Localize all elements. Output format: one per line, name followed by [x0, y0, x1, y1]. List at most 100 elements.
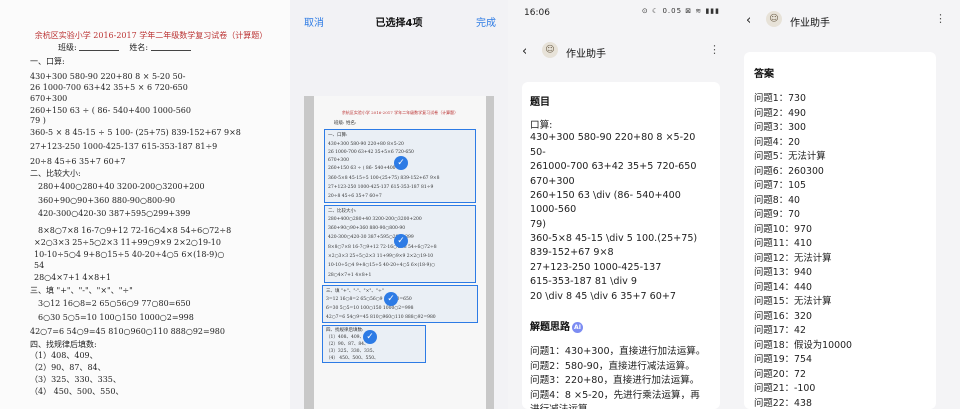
- question-line: 360-5×8 45-15 \div 5 100.(25+75): [530, 233, 698, 244]
- box-line: 360+90○90+360 880-90○800-90: [328, 226, 406, 231]
- step-line: 问题4：8 ×5-20，先进行乘法运算，再: [530, 390, 700, 401]
- app-title: 作业助手: [790, 18, 830, 29]
- box-line: （1）408、409、: [326, 335, 365, 340]
- question-line: 615-353-187 81 \div 9: [530, 276, 637, 287]
- answer-item: 问题13：940: [754, 267, 812, 278]
- worksheet-line: 6○30 5○5=10 100○150 1000○2=998: [38, 313, 194, 322]
- question-line: 79): [530, 219, 546, 230]
- worksheet-line: 79 ): [30, 116, 46, 125]
- box-line: ×2○3×3 25÷5○2×3 11+99○9×9 2×2○19-10: [328, 254, 434, 259]
- answer-card: 答案 问题1：730 问题2：490 问题3：300 问题4：20 问题5：无法…: [744, 52, 936, 409]
- answer-item: 问题3：300: [754, 122, 806, 133]
- box-line: 三、填 "+"、"-"、"×"、"÷": [326, 289, 384, 294]
- worksheet-line: 26 1000-700 63+42 35+5 × 6 720-650: [30, 83, 188, 92]
- answer-item: 问题20：72: [754, 368, 806, 380]
- question-line: 839-152+67 9×8: [530, 247, 614, 258]
- worksheet-line: ×2○3×3 25÷5○2×3 11+99○9×9 2×2○19-10: [34, 238, 221, 247]
- thinking-heading: 解题思路 AI: [530, 318, 583, 333]
- answer-item: 问题12：无法计算: [754, 252, 832, 264]
- status-bar-icons: ⊙ ☾ 0.05 ⊠ ≋ ▮▮▮: [641, 7, 720, 15]
- document-title: 余杭区实验小学 2016-2017 学年二年级数学复习试卷（计算题）: [341, 110, 459, 115]
- box-line: 3=12 16○8=2 65○56○9 77○80=650: [326, 297, 412, 302]
- box-line: （2）90、87、84、: [326, 342, 369, 347]
- selection-box-oral[interactable]: 一、口算: 430+300 580-90 220+80 8×5-20 26 10…: [324, 129, 476, 203]
- step-line: 进行减法运算: [530, 401, 588, 409]
- worksheet-line: 10-10÷5○4 9+8○15÷5 40-20÷4○5 6×(18-9)○: [34, 250, 225, 259]
- question-line: 670+300: [530, 176, 575, 187]
- answer-item: 问题22：438: [754, 397, 812, 409]
- answer-item: 问题18：假设为10000: [754, 339, 853, 351]
- box-line: 10-10÷5○4 9+8○15÷5 40-20÷4○5 6×(18-9)○: [328, 263, 436, 268]
- box-line: 26 1000-700 63+42 35+5×6 720-650: [328, 150, 414, 155]
- section-pattern: 四、找规律后填数:: [30, 340, 97, 349]
- chevron-left-icon[interactable]: ‹: [522, 44, 527, 59]
- box-line: 360-5×8 45-15÷5 100-(25+75) 839-152+67 9…: [328, 176, 440, 181]
- app-avatar-icon: ☺: [766, 11, 782, 27]
- answer-item: 问题6：260300: [754, 165, 824, 177]
- answer-item: 问题15：无法计算: [754, 296, 832, 307]
- worksheet-line: 280+400○280+40 3200-200○3200+200: [38, 182, 205, 191]
- worksheet-line: 27+123-250 1000-425-137 615-353-187 81÷9: [30, 142, 218, 151]
- worksheet-line: 28○4×7+1 4×8+1: [34, 273, 112, 282]
- answer-item: 问题7：105: [754, 180, 806, 191]
- step-line: 问题1：430+300，直接进行加法运算。: [530, 346, 706, 357]
- box-line: 四、找规律后填数:: [326, 328, 364, 333]
- more-vertical-icon[interactable]: ⋮: [935, 12, 946, 25]
- worksheet-line: 420-300○420-30 387+595○299+399: [38, 209, 191, 218]
- question-card: 题目 口算: 430+300 580-90 220+80 8 ×5-20 50-…: [522, 82, 720, 409]
- answer-item: 问题8：40: [754, 194, 801, 206]
- box-line: （4） 450、500、550、: [326, 356, 379, 361]
- name-blank: [150, 43, 191, 51]
- done-button[interactable]: 完成: [476, 14, 496, 29]
- name-label: 姓名:: [129, 43, 149, 52]
- check-circle-icon[interactable]: ✓: [394, 156, 408, 170]
- check-circle-icon[interactable]: ✓: [394, 234, 408, 248]
- answer-item: 问题11：410: [754, 238, 812, 249]
- document-preview: 余杭区实验小学 2016-2017 学年二年级数学复习试卷（计算题） 班级: 姓…: [304, 96, 494, 409]
- selection-box-pattern[interactable]: 四、找规律后填数: （1）408、409、 （2）90、87、84、 （3）32…: [322, 325, 426, 363]
- app-title: 作业助手: [566, 49, 606, 60]
- answer-item: 问题9：70: [754, 209, 801, 220]
- box-line: 8×8○7×8 16-7○9+12 72-16○4×8 54÷6○72÷8: [328, 245, 437, 250]
- selection-box-compare[interactable]: 二、比较大小: 280+400○280+40 3200-200○3200+200…: [324, 205, 476, 283]
- more-vertical-icon[interactable]: ⋮: [709, 43, 720, 56]
- box-line: 280+400○280+40 3200-200○3200+200: [328, 217, 422, 222]
- selection-box-operators[interactable]: 三、填 "+"、"-"、"×"、"÷" 3=12 16○8=2 65○56○9 …: [322, 285, 478, 323]
- box-line: 430+300 580-90 220+80 8×5-20: [328, 142, 404, 147]
- section-compare: 二、比较大小:: [30, 169, 81, 178]
- box-line: （3）325、330、335、: [326, 349, 378, 354]
- question-section: 口算:: [530, 120, 553, 131]
- box-line: 6=30 5○5=10 100○150 1000○2=998: [326, 306, 414, 311]
- question-line: 20 \div 8 45 \div 6 35+7 60+7: [530, 291, 677, 302]
- worksheet-line: （4） 450、500、550、: [30, 387, 124, 396]
- document-class-name: 班级: 姓名:: [334, 121, 357, 126]
- answer-screen: ‹ ☺ 作业助手 ⋮ 答案 问题1：730 问题2：490 问题3：300 问题…: [730, 0, 960, 409]
- question-line: 50-: [530, 147, 546, 158]
- class-name-row: 班级: 姓名:: [58, 42, 191, 53]
- section-oral: 一、口算:: [30, 57, 65, 66]
- answer-item: 问题10：970: [754, 223, 812, 235]
- app-avatar-icon: ☺: [542, 42, 558, 58]
- answer-item: 问题19：754: [754, 354, 812, 365]
- question-heading: 题目: [530, 97, 550, 108]
- box-line: 27+123-250 1000-425-137 615-353-187 81÷9: [328, 185, 434, 190]
- box-line: 28○4×7+1 4×8+1: [328, 273, 372, 278]
- answer-item: 问题1：730: [754, 93, 806, 104]
- check-circle-icon[interactable]: ✓: [363, 330, 377, 344]
- answer-item: 问题4：20: [754, 136, 801, 148]
- worksheet-line: 3○12 16○8=2 65○56○9 77○80=650: [38, 299, 191, 308]
- chevron-left-icon[interactable]: ‹: [746, 13, 751, 28]
- thinking-heading-label: 解题思路: [530, 322, 570, 333]
- step-line: 问题2：580-90，直接进行减法运算。: [530, 361, 695, 372]
- question-line: 260+150 63 \div (86- 540+400: [530, 190, 681, 201]
- box-line: 二、比较大小:: [328, 209, 357, 214]
- step-line: 问题3：220+80，直接进行加法运算。: [530, 375, 700, 386]
- answer-heading: 答案: [754, 69, 774, 80]
- section-fill-operator: 三、填 "+"、"-"、"×"、"÷": [30, 286, 133, 295]
- worksheet-line: 260+150 63 ÷ ( 86- 540+400 1000-560: [30, 106, 191, 115]
- box-line: 260+150 63 ÷ ( 86- 540+400: [328, 166, 396, 171]
- question-line: 430+300 580-90 220+80 8 ×5-20: [530, 132, 696, 143]
- box-line: 一、口算:: [328, 133, 348, 138]
- worksheet-line: 8×8○7×8 16-7○9+12 72-16○4×8 54÷6○72÷8: [38, 226, 232, 235]
- check-circle-icon[interactable]: ✓: [384, 292, 398, 306]
